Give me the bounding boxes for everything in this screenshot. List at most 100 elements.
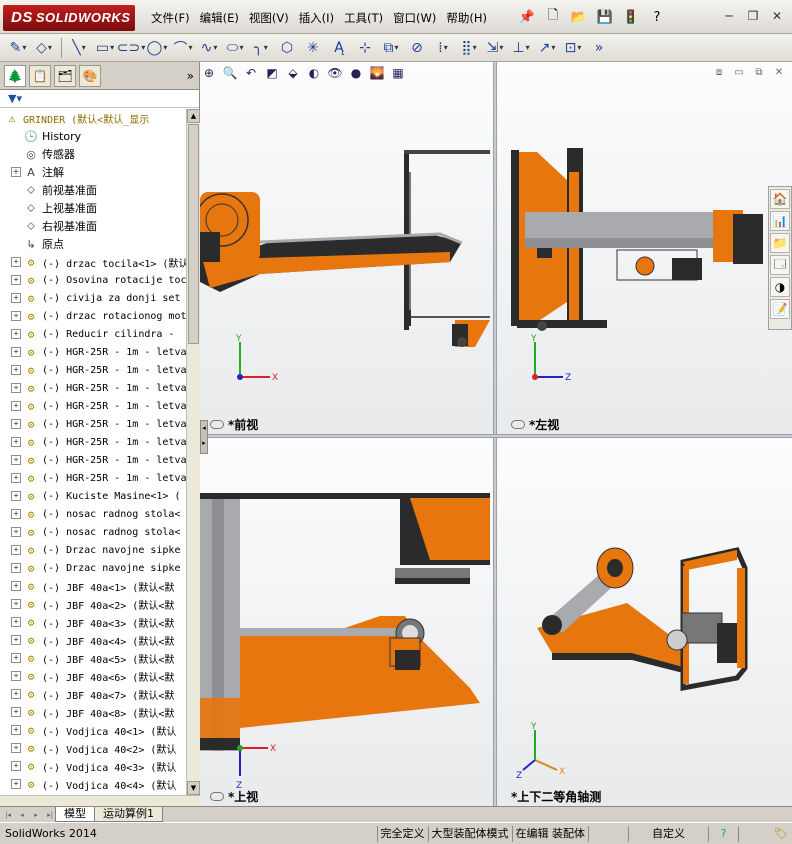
display-relations-icon[interactable]: ⊥: [509, 37, 533, 59]
restore-button[interactable]: ❐: [744, 8, 762, 24]
expand-icon[interactable]: +: [11, 545, 21, 555]
slot-icon[interactable]: ⊂⊃: [117, 37, 143, 59]
file-explorer-icon[interactable]: 📁: [770, 233, 790, 253]
rectangle-icon[interactable]: ▭: [93, 37, 117, 59]
status-units-custom[interactable]: 自定义: [628, 825, 708, 842]
tree-item[interactable]: + ⚙ (-) drzac rotacionog mot: [0, 307, 186, 325]
expand-icon[interactable]: +: [11, 419, 21, 429]
linear-pattern-icon[interactable]: ⣿: [457, 37, 481, 59]
tab-first-icon[interactable]: |◂: [2, 809, 14, 821]
scroll-thumb[interactable]: [188, 124, 199, 344]
expand-icon[interactable]: +: [11, 671, 21, 681]
pin-icon[interactable]: 📌: [516, 6, 538, 28]
tree-filter[interactable]: ▼▾: [0, 90, 199, 108]
tree-item[interactable]: + ⚙ (-) Kuciste Masine<1> (: [0, 487, 186, 505]
repair-sketch-icon[interactable]: ↗: [535, 37, 559, 59]
tree-item[interactable]: + ⚙ (-) HGR-25R - 1m - letva: [0, 469, 186, 487]
menu-help[interactable]: 帮助(H): [441, 9, 492, 27]
tree-item[interactable]: + ⚙ (-) Osovina rotacije toc: [0, 271, 186, 289]
expand-icon[interactable]: +: [11, 779, 21, 789]
fillet-icon[interactable]: ╮: [249, 37, 273, 59]
tree-item[interactable]: + ⚙ (-) Drzac navojne sipke: [0, 559, 186, 577]
convert-entities-icon[interactable]: ⧉: [379, 37, 403, 59]
view-palette-icon[interactable]: 🗔: [770, 255, 790, 275]
menu-window[interactable]: 窗口(W): [388, 9, 441, 27]
tree-item[interactable]: + ⚙ (-) JBF 40a<3> (默认<默: [0, 613, 186, 631]
expand-icon[interactable]: +: [11, 437, 21, 447]
tree-item[interactable]: + ⚙ (-) JBF 40a<5> (默认<默: [0, 649, 186, 667]
display-manager-tab-icon[interactable]: 🎨: [79, 64, 101, 87]
viewport-tile-icon[interactable]: ▭: [732, 66, 746, 80]
expand-icon[interactable]: +: [11, 491, 21, 501]
tree-item[interactable]: + A 注解: [0, 163, 186, 181]
tree-item[interactable]: + ⚙ (-) Reducir cilindra -: [0, 325, 186, 343]
tree-item[interactable]: + ⚙ (-) nosac radnog stola<: [0, 505, 186, 523]
tree-item[interactable]: + ⚙ (-) JBF 40a<7> (默认<默: [0, 685, 186, 703]
tree-item[interactable]: + ⚙ (-) Vodjica 40<2> (默认: [0, 739, 186, 757]
text-icon[interactable]: Ą: [327, 37, 351, 59]
section-view-icon[interactable]: ◩: [263, 64, 281, 82]
scroll-up-icon[interactable]: ▲: [187, 109, 200, 123]
zoom-to-area-icon[interactable]: 🔍: [221, 64, 239, 82]
tree-item[interactable]: + ⚙ (-) HGR-25R - 1m - letva: [0, 379, 186, 397]
status-tag-icon[interactable]: 🏷: [770, 827, 792, 840]
menu-tools[interactable]: 工具(T): [339, 9, 388, 27]
tab-next-icon[interactable]: ▸: [30, 809, 42, 821]
link-views-icon[interactable]: [511, 420, 525, 429]
help-icon[interactable]: ?: [646, 6, 668, 28]
tree-item[interactable]: + ⚙ (-) JBF 40a<1> (默认<默: [0, 577, 186, 595]
toolbar-more-icon[interactable]: »: [587, 37, 611, 59]
view-orientation-icon[interactable]: ⬙: [284, 64, 302, 82]
configuration-manager-tab-icon[interactable]: 🗂: [54, 64, 76, 87]
previous-view-icon[interactable]: ↶: [242, 64, 260, 82]
quick-snaps-icon[interactable]: ⊡: [561, 37, 585, 59]
expand-icon[interactable]: +: [11, 635, 21, 645]
open-folder-icon[interactable]: 📂: [568, 6, 590, 28]
tree-hscrollbar[interactable]: [0, 795, 200, 806]
menu-insert[interactable]: 插入(I): [294, 9, 339, 27]
expand-icon[interactable]: +: [11, 743, 21, 753]
expand-icon[interactable]: +: [11, 257, 21, 267]
expand-icon[interactable]: +: [11, 509, 21, 519]
expand-icon[interactable]: +: [11, 365, 21, 375]
tree-item[interactable]: + ⚙ (-) HGR-25R - 1m - letva: [0, 397, 186, 415]
expand-icon[interactable]: +: [11, 527, 21, 537]
feature-manager-tab-icon[interactable]: 🌲: [4, 64, 26, 87]
tree-root-assembly[interactable]: ⚠ GRINDER (默认<默认_显示: [0, 109, 186, 127]
viewport-close-icon[interactable]: ✕: [772, 66, 786, 80]
expand-icon[interactable]: +: [11, 293, 21, 303]
tabs-more-icon[interactable]: »: [187, 69, 194, 83]
tree-item[interactable]: + ⚙ (-) JBF 40a<8> (默认<默: [0, 703, 186, 721]
tree-item[interactable]: + ⚙ (-) Vodjica 40<4> (默认: [0, 775, 186, 793]
offset-entities-icon[interactable]: ⊘: [405, 37, 429, 59]
save-icon[interactable]: 💾: [594, 6, 616, 28]
tab-motion-study[interactable]: 运动算例1: [94, 807, 163, 822]
tree-item[interactable]: ⬦ 上视基准面: [0, 199, 186, 217]
tree-item[interactable]: + ⚙ (-) JBF 40a<2> (默认<默: [0, 595, 186, 613]
tree-item[interactable]: + ⚙ (-) HGR-25R - 1m - letva: [0, 433, 186, 451]
viewport-top[interactable]: Z X *上视: [200, 438, 493, 806]
plane-icon[interactable]: ⊹: [353, 37, 377, 59]
spline-icon[interactable]: ∿: [197, 37, 221, 59]
expand-icon[interactable]: +: [11, 725, 21, 735]
tree-item[interactable]: ◎ 传感器: [0, 145, 186, 163]
viewport-left[interactable]: ⧈ ▭ ⧉ ✕ Y Z *左视 🏠 📊 📁 🗔 ◑ 📝: [497, 62, 792, 434]
line-icon[interactable]: ╲: [67, 37, 91, 59]
expand-icon[interactable]: +: [11, 311, 21, 321]
arc-icon[interactable]: ⌒: [171, 37, 195, 59]
viewport-restore-icon[interactable]: ⧈: [712, 66, 726, 80]
tree-scrollbar[interactable]: ▲ ▼: [186, 109, 200, 795]
menu-edit[interactable]: 编辑(E): [195, 9, 244, 27]
apply-scene-icon[interactable]: 🌄: [368, 64, 386, 82]
polygon-icon[interactable]: ⬡: [275, 37, 299, 59]
expand-icon[interactable]: +: [11, 707, 21, 717]
viewport-dimetric[interactable]: Y X Z *上下二等角轴测: [497, 438, 792, 806]
point-icon[interactable]: ✳: [301, 37, 325, 59]
circle-icon[interactable]: ◯: [145, 37, 169, 59]
appearances-icon[interactable]: ◑: [770, 277, 790, 297]
tree-item[interactable]: + ⚙ (-) Drzac navojne sipke: [0, 541, 186, 559]
zoom-to-fit-icon[interactable]: ⊕: [200, 64, 218, 82]
expand-icon[interactable]: +: [11, 383, 21, 393]
expand-icon[interactable]: +: [11, 653, 21, 663]
graphics-area[interactable]: ⊕ 🔍 ↶ ◩ ⬙ ◐ 👁 ● 🌄 ▦ Y X *前视 ⧈ ▭ ⧉ ✕ Y Z …: [200, 62, 792, 806]
